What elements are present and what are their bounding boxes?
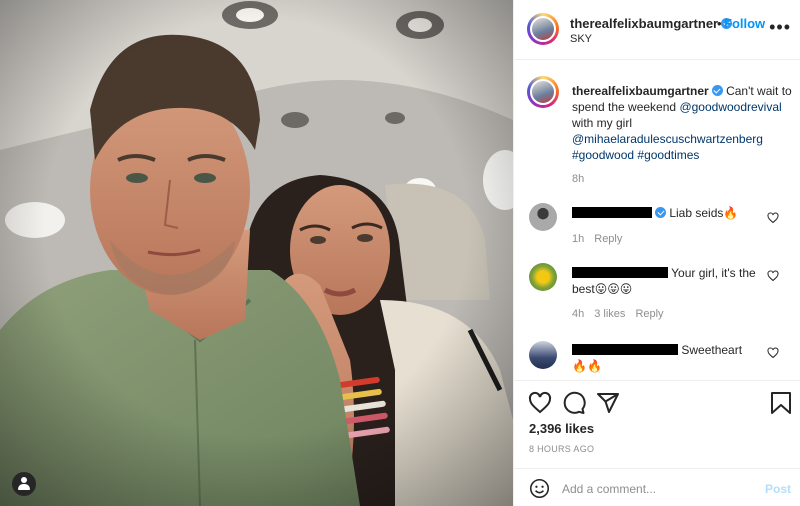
fire-emoji: 🔥🔥 [572,359,602,373]
mention-link[interactable]: @goodwoodrevival [679,100,781,114]
heart-icon[interactable] [767,270,779,282]
bookmark-icon[interactable] [770,391,792,415]
reply-button[interactable]: Reply [635,308,663,320]
separator-dot: • [717,16,722,31]
avatar[interactable] [529,263,557,291]
comment-text: Liab seids🔥 [572,205,772,221]
caption-avatar[interactable] [527,76,559,108]
comment-meta: 4h 3 likes Reply [572,308,674,320]
comment-text: Sweetheart 🔥🔥 [572,342,772,374]
redacted-username [572,344,678,355]
comment-time[interactable]: 1h [572,233,584,245]
comment-meta: 1h Reply [572,233,632,245]
avatar[interactable] [529,203,557,231]
reply-button[interactable]: Reply [594,233,622,245]
post-time: 8 HOURS AGO [529,444,595,454]
location-link[interactable]: SKY [570,33,592,45]
caption-text: therealfelixbaumgartner Can't wait to sp… [572,83,794,163]
caption-time[interactable]: 8h [572,173,584,185]
comment-body: Sweetheart [681,343,743,357]
post-photo[interactable] [0,0,513,506]
comment-text: Your girl, it's the best😛😛😛 [572,265,772,297]
caption-username[interactable]: therealfelixbaumgartner [572,84,709,98]
post-side-panel: therealfelixbaumgartner • Follow SKY •••… [513,0,800,506]
photo-illustration [0,0,513,506]
action-bar [514,380,800,426]
add-comment-bar: Add a comment... Post [514,468,800,506]
avatar[interactable] [527,13,559,45]
more-options-icon[interactable]: ••• [769,18,791,36]
heart-icon[interactable] [767,212,779,224]
heart-icon[interactable] [528,391,552,415]
redacted-username [572,267,668,278]
mention-link[interactable]: @mihaelaradulescuschwartzenberg [572,132,763,146]
username-text: therealfelixbaumgartner [570,16,719,31]
tag-user-icon[interactable] [12,472,36,496]
avatar[interactable] [529,341,557,369]
likes-count[interactable]: 2,396 likes [529,421,594,436]
hashtag-links[interactable]: #goodwood #goodtimes [572,148,699,162]
share-icon[interactable] [596,391,620,415]
heart-icon[interactable] [767,347,779,359]
follow-button[interactable]: Follow [724,16,765,31]
comment-time[interactable]: 4h [572,308,584,320]
post-header: therealfelixbaumgartner • Follow SKY ••• [514,0,800,60]
post-button[interactable]: Post [765,482,791,496]
comment-input[interactable]: Add a comment... [562,482,656,496]
emoji-icon[interactable] [529,478,550,499]
verified-icon [711,85,723,96]
verified-icon [655,207,666,218]
username-link[interactable]: therealfelixbaumgartner [570,16,733,31]
caption-body-2: with my girl [572,116,633,130]
comment-body: Liab seids [669,206,724,220]
redacted-username [572,207,652,218]
comment-icon[interactable] [562,391,586,415]
fire-emoji: 🔥 [723,206,739,220]
comment-likes[interactable]: 3 likes [594,308,625,320]
tongue-emoji: 😛😛😛 [594,282,633,296]
